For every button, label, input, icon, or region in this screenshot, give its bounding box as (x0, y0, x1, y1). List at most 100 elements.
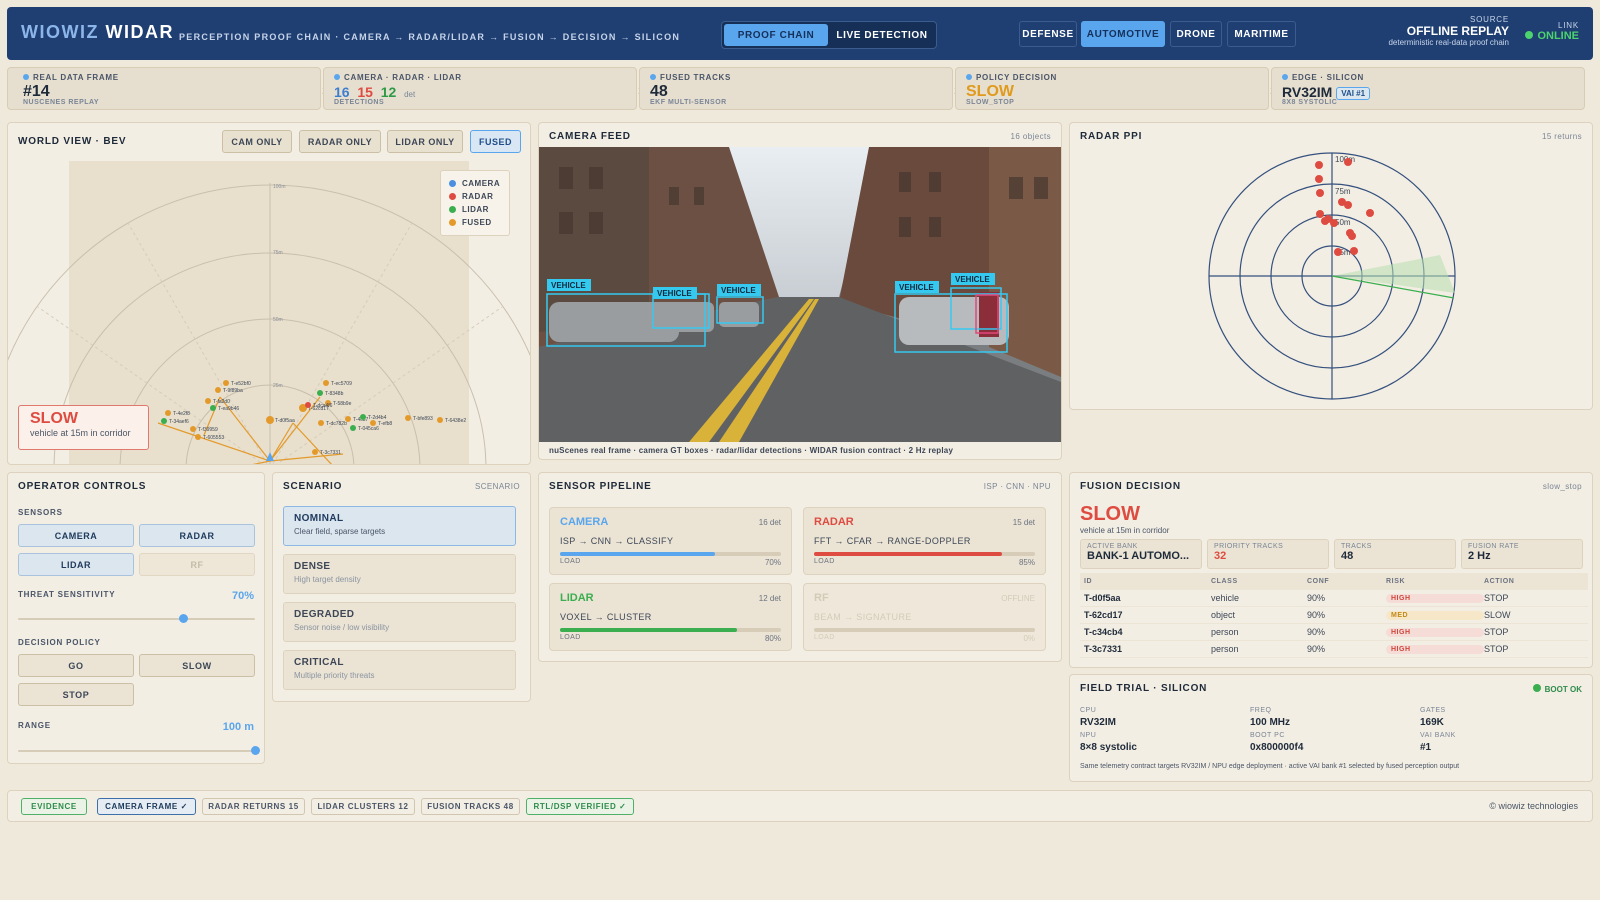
table-row[interactable]: T-c34cb4 person 90% HIGH STOP (1080, 624, 1588, 641)
pipeline-rf-card[interactable]: RF OFFLINE BEAM → SIGNATURE LOAD 0% (803, 583, 1046, 651)
track-marker[interactable] (405, 415, 411, 421)
view-cam-only-button[interactable]: CAM ONLY (222, 130, 292, 153)
camera-frame-tag[interactable]: CAMERA FRAME ✓ (97, 798, 196, 815)
track-marker[interactable] (323, 380, 329, 386)
view-lidar-only-button[interactable]: LIDAR ONLY (387, 130, 463, 153)
track-marker[interactable] (161, 418, 167, 424)
range-handle[interactable] (250, 746, 260, 755)
radar-return[interactable] (1366, 209, 1374, 217)
bev-decision: SLOW (30, 410, 78, 427)
evidence-footer: EVIDENCE CAMERA FRAME ✓ RADAR RETURNS 15… (7, 790, 1593, 822)
fusion-decision-title: FUSION DECISION (1080, 481, 1181, 492)
track-marker[interactable] (305, 402, 311, 408)
track-action: STOP (1484, 593, 1509, 603)
track-marker[interactable] (318, 420, 324, 426)
view-fused-button[interactable]: FUSED (470, 130, 521, 153)
track-label: T-9f89ba (223, 388, 243, 394)
bev-legend: CAMERA RADAR LIDAR FUSED (440, 170, 510, 236)
evidence-tag[interactable]: EVIDENCE (21, 798, 87, 815)
radar-return[interactable] (1316, 189, 1324, 197)
threat-sensitivity-handle[interactable] (179, 614, 189, 623)
view-radar-only-button[interactable]: RADAR ONLY (299, 130, 381, 153)
car (979, 292, 999, 337)
track-marker[interactable] (190, 426, 196, 432)
table-row[interactable]: T-62cd17 object 90% MED SLOW (1080, 607, 1588, 624)
rtl-dsp-verified-tag[interactable]: RTL/DSP VERIFIED ✓ (526, 798, 634, 815)
scenario-nominal[interactable]: NOMINAL Clear field, sparse targets (283, 506, 516, 546)
sensor-lidar-toggle[interactable]: LIDAR (18, 553, 134, 576)
detection-label: VEHICLE (551, 281, 586, 290)
mode-live-detection[interactable]: LIVE DETECTION (830, 24, 934, 46)
radar-ppi-title: RADAR PPI (1080, 131, 1143, 142)
sensor-radar-toggle[interactable]: RADAR (139, 524, 255, 547)
domain-automotive-button[interactable]: AUTOMOTIVE (1081, 21, 1165, 47)
track-marker[interactable] (165, 410, 171, 416)
scenario-dense[interactable]: DENSE High target density (283, 554, 516, 594)
domain-defense-button[interactable]: DEFENSE (1019, 21, 1077, 47)
world-view-title: WORLD VIEW · BEV (18, 136, 127, 147)
track-marker[interactable] (266, 416, 274, 424)
radar-return[interactable] (1344, 201, 1352, 209)
domain-maritime-button[interactable]: MARITIME (1227, 21, 1296, 47)
pipeline-path: BEAM → SIGNATURE (814, 612, 912, 622)
brand-name-a: WIOWIZ (21, 22, 99, 42)
scenario-degraded[interactable]: DEGRADED Sensor noise / low visibility (283, 602, 516, 642)
scenario-critical[interactable]: CRITICAL Multiple priority threats (283, 650, 516, 690)
radar-return[interactable] (1350, 247, 1358, 255)
radar-return[interactable] (1348, 232, 1356, 240)
track-marker[interactable] (317, 390, 323, 396)
radar-return[interactable] (1330, 219, 1338, 227)
load-bar-fill (560, 628, 737, 632)
brand-name-b: WIDAR (105, 22, 174, 42)
radar-ppi-panel: RADAR PPI 15 returns 100m 75m 50m 25m (1069, 122, 1593, 410)
pipeline-lidar-card[interactable]: LIDAR 12 det VOXEL → CLUSTER LOAD 80% (549, 583, 792, 651)
domain-drone-button[interactable]: DRONE (1170, 21, 1222, 47)
track-marker[interactable] (437, 417, 443, 423)
lidar-clusters-tag[interactable]: LIDAR CLUSTERS 12 (311, 798, 415, 815)
load-label: LOAD (814, 634, 835, 641)
mode-proof-chain[interactable]: PROOF CHAIN (724, 24, 828, 46)
radar-return[interactable] (1316, 210, 1324, 218)
radar-return[interactable] (1315, 161, 1323, 169)
detection-label: VEHICLE (899, 283, 934, 292)
policy-slow-button[interactable]: SLOW (139, 654, 255, 677)
stage-dot-icon (966, 74, 972, 80)
table-row[interactable]: T-d0f5aa vehicle 90% HIGH STOP (1080, 590, 1588, 607)
track-marker[interactable] (312, 449, 318, 455)
radar-return[interactable] (1344, 158, 1352, 166)
track-marker[interactable] (360, 414, 366, 420)
fusion-decision-meta: slow_stop (1542, 482, 1582, 491)
table-row[interactable]: T-3c7331 person 90% HIGH STOP (1080, 641, 1588, 658)
range-slider[interactable] (18, 750, 255, 752)
fusion-tracks-tag[interactable]: FUSION TRACKS 48 (421, 798, 520, 815)
stage-dot-icon (23, 74, 29, 80)
policy-go-button[interactable]: GO (18, 654, 134, 677)
bev-reason: vehicle at 15m in corridor (30, 428, 131, 438)
sensor-camera-toggle[interactable]: CAMERA (18, 524, 134, 547)
track-marker[interactable] (350, 425, 356, 431)
track-marker[interactable] (205, 398, 211, 404)
pipeline-camera-card[interactable]: CAMERA 16 det ISP → CNN → CLASSIFY LOAD 70% (549, 507, 792, 575)
radar-return[interactable] (1321, 217, 1329, 225)
track-id: T-c34cb4 (1084, 627, 1123, 637)
track-marker[interactable] (215, 387, 221, 393)
radar-return[interactable] (1334, 248, 1342, 256)
freq-value: 100 MHz (1250, 717, 1291, 728)
track-action: STOP (1484, 627, 1509, 637)
decision-policy-label: DECISION POLICY (18, 638, 101, 647)
track-marker[interactable] (210, 405, 216, 411)
threat-sensitivity-slider[interactable] (18, 618, 255, 620)
track-marker[interactable] (345, 416, 351, 422)
policy-stop-button[interactable]: STOP (18, 683, 134, 706)
track-marker[interactable] (195, 434, 201, 440)
radar-returns-tag[interactable]: RADAR RETURNS 15 (202, 798, 305, 815)
radar-return[interactable] (1315, 175, 1323, 183)
pipeline-radar-card[interactable]: RADAR 15 det FFT → CFAR → RANGE-DOPPLER LOA… (803, 507, 1046, 575)
sensor-rf-toggle[interactable]: RF (139, 553, 255, 576)
track-label: T-e52bf0 (231, 381, 251, 387)
detection-label: VEHICLE (955, 275, 990, 284)
track-label: T-bfe893 (413, 416, 433, 422)
online-dot-icon (1525, 31, 1534, 39)
track-marker[interactable] (223, 380, 229, 386)
track-label: T-34aef6 (169, 419, 189, 425)
